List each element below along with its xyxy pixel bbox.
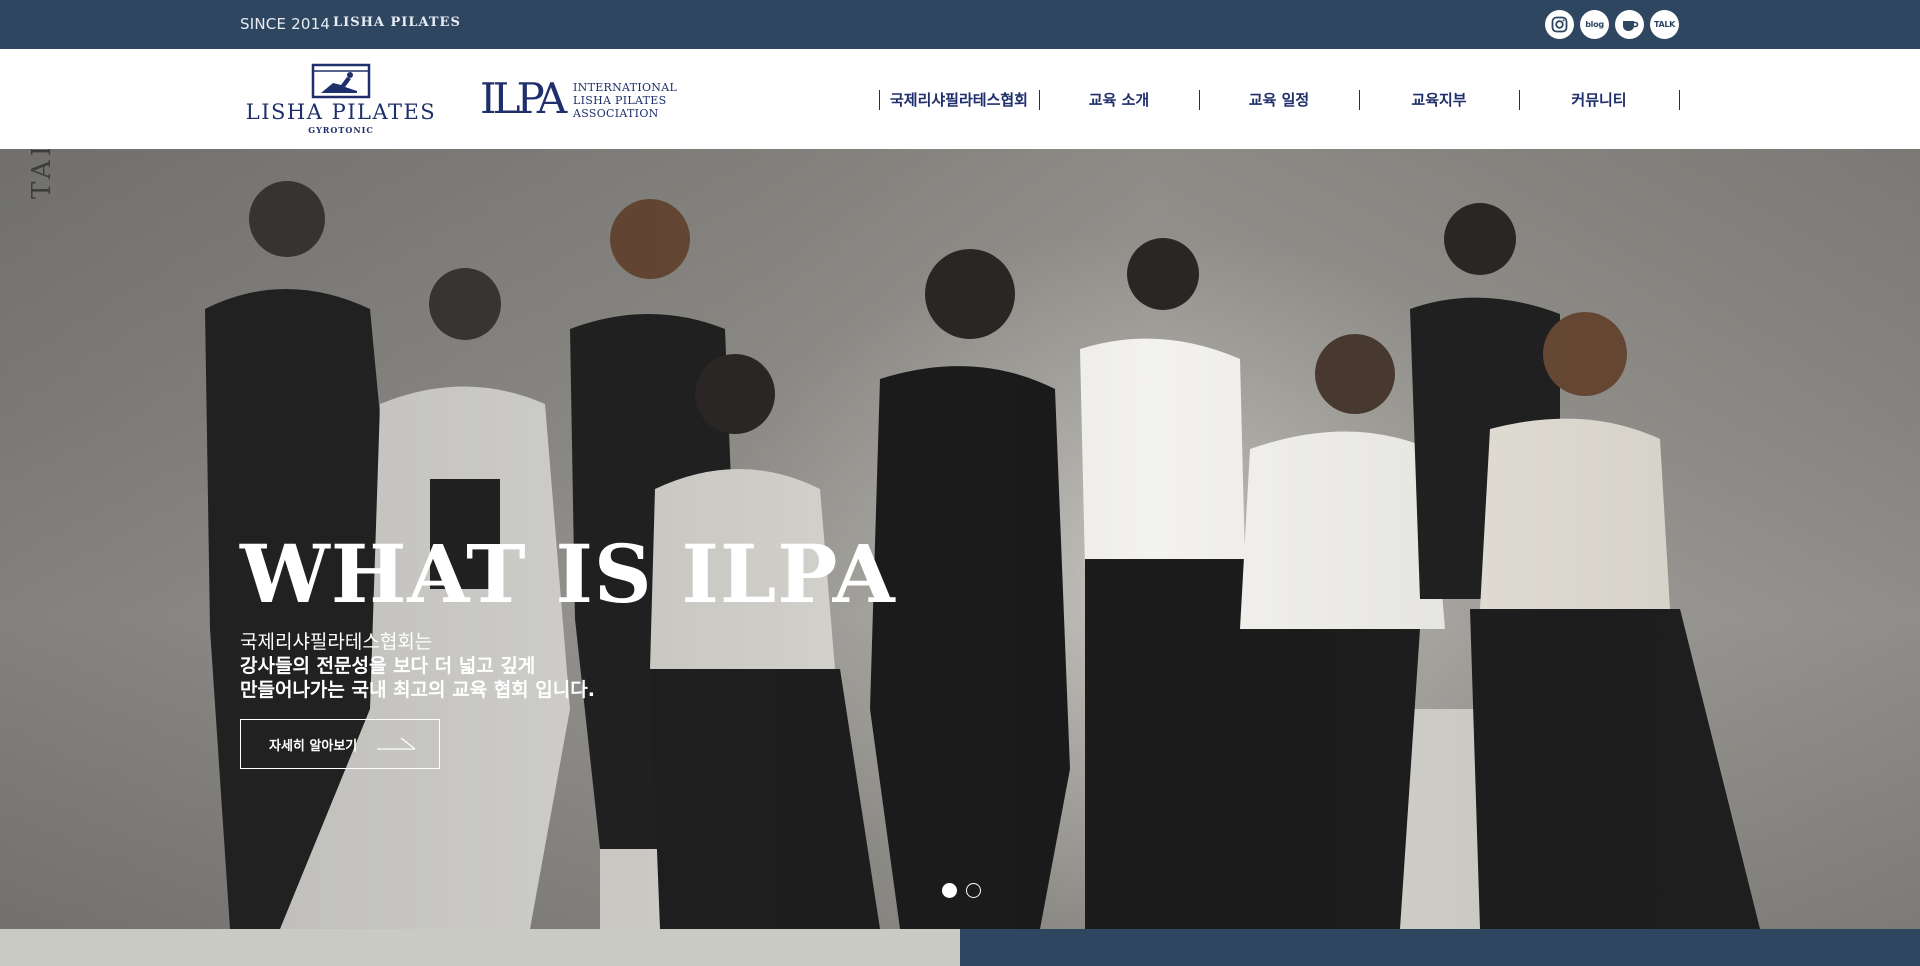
ilpa-logo-text: INTERNATIONAL LISHA PILATES ASSOCIATION <box>573 81 677 120</box>
kakaotalk-icon[interactable]: TALK <box>1650 10 1679 39</box>
blog-icon[interactable]: blog <box>1580 10 1609 39</box>
side-vertical-text: TAI <box>27 149 57 199</box>
nav-item-branches[interactable]: 교육지부 <box>1359 90 1519 110</box>
learn-more-button[interactable]: 자세히 알아보기 <box>240 719 440 769</box>
top-bar: SINCE 2014 LISHA PILATES blog TALK <box>0 0 1920 49</box>
nav-divider <box>1679 90 1680 110</box>
cafe-icon[interactable] <box>1615 10 1644 39</box>
hero-slider: TAI WHAT IS ILPA 국제리샤필라테스협회는 강사들의 전문성을 보… <box>0 149 1920 929</box>
logo1-title: LISHA PILATES <box>245 100 437 124</box>
hero-desc-line1: 국제리샤필라테스협회는 <box>240 631 433 653</box>
slide-dot-1[interactable] <box>942 883 957 898</box>
kakaotalk-icon-label: TALK <box>1653 20 1676 29</box>
nav-item-education-schedule[interactable]: 교육 일정 <box>1199 90 1359 110</box>
since-text: SINCE 2014 <box>240 15 331 33</box>
ilpa-logo[interactable]: ILPA INTERNATIONAL LISHA PILATES ASSOCIA… <box>480 74 690 123</box>
arrow-right-icon <box>377 738 416 750</box>
learn-more-label: 자세히 알아보기 <box>269 739 358 754</box>
ilpa-logo-line1: INTERNATIONAL <box>573 81 678 94</box>
bottom-section-right <box>960 929 1920 966</box>
instagram-icon[interactable] <box>1545 10 1574 39</box>
main-nav: 국제리샤필라테스협회 교육 소개 교육 일정 교육지부 커뮤니티 <box>879 90 1680 110</box>
nav-item-community[interactable]: 커뮤니티 <box>1519 90 1679 110</box>
slide-dot-2[interactable] <box>966 883 981 898</box>
ilpa-logo-mark: ILPA <box>480 74 567 123</box>
ilpa-logo-line2: LISHA PILATES <box>573 94 667 107</box>
main-header: LISHA PILATES GYROTONIC ILPA INTERNATION… <box>0 49 1920 149</box>
hero-description: 국제리샤필라테스협회는 강사들의 전문성을 보다 더 넓고 깊게 만들어나가는 … <box>240 630 595 702</box>
hero-desc-line2: 강사들의 전문성을 보다 더 넓고 깊게 <box>240 655 536 677</box>
reformer-icon <box>311 63 371 99</box>
nav-item-education-intro[interactable]: 교육 소개 <box>1039 90 1199 110</box>
logo1-subtitle: GYROTONIC <box>308 125 374 135</box>
bottom-section-left <box>0 929 960 966</box>
hero-desc-line3: 만들어나가는 국내 최고의 교육 협회 입니다. <box>240 679 595 701</box>
nav-item-association[interactable]: 국제리샤필라테스협회 <box>879 90 1039 110</box>
top-brand-text: LISHA PILATES <box>333 15 461 30</box>
blog-icon-label: blog <box>1585 20 1604 29</box>
ilpa-logo-line3: ASSOCIATION <box>573 107 659 120</box>
lisha-pilates-logo[interactable]: LISHA PILATES GYROTONIC <box>240 63 442 139</box>
hero-title: WHAT IS ILPA <box>240 527 896 621</box>
